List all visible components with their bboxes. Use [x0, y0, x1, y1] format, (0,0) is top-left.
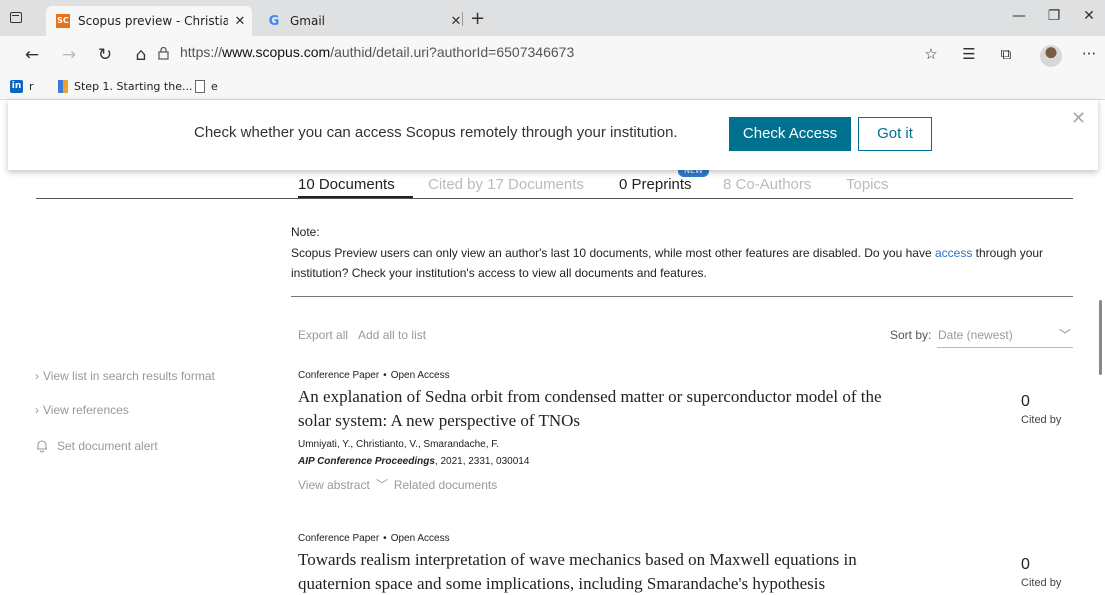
browser-tab-bar: SC Scopus preview - Christianto, Vic ✕ G… — [0, 0, 1105, 36]
chevron-down-icon[interactable]: ﹀ — [376, 476, 388, 493]
close-tab-icon[interactable]: ✕ — [228, 14, 252, 29]
sort-select[interactable]: Date (newest) ﹀ — [937, 328, 1073, 348]
collections-icon[interactable]: ⧉ — [995, 45, 1017, 63]
divider — [36, 198, 1073, 199]
document-authors[interactable]: Umniyati, Y., Christianto, V., Smarandac… — [298, 439, 1018, 450]
google-favicon-icon: G — [268, 13, 280, 29]
chevron-right-icon: › — [35, 369, 39, 383]
bell-icon — [37, 440, 47, 453]
tab-cited-by[interactable]: Cited by 17 Documents — [428, 176, 584, 193]
related-documents-link[interactable]: Related documents — [394, 478, 497, 492]
view-list-link[interactable]: › View list in search results format — [35, 369, 215, 383]
document-actions: View abstract ﹀ Related documents — [298, 476, 1018, 493]
document-icon — [195, 80, 205, 93]
tab-preprints[interactable]: 0 Preprints — [619, 176, 692, 193]
tab-gmail[interactable]: G Gmail ✕ — [258, 6, 468, 36]
document-type: Conference Paper • Open Access — [298, 533, 450, 544]
restore-icon[interactable]: ❐ — [1042, 8, 1066, 24]
avatar[interactable] — [1040, 45, 1062, 67]
step-icon — [58, 80, 68, 93]
note-text: Scopus Preview users can only view an au… — [291, 246, 1044, 280]
favorites-list-icon[interactable]: ☰ — [958, 45, 980, 63]
home-icon[interactable]: ⌂ — [130, 45, 152, 65]
favorite-star-icon[interactable]: ☆ — [920, 45, 942, 63]
add-all-to-list-button[interactable]: Add all to list — [358, 328, 426, 342]
chevron-right-icon: › — [35, 403, 39, 417]
more-menu-icon[interactable]: ··· — [1078, 45, 1100, 63]
close-tab-icon[interactable]: ✕ — [444, 14, 468, 29]
tab-scopus[interactable]: SC Scopus preview - Christianto, Vic ✕ — [46, 6, 252, 36]
tab-separator — [462, 12, 463, 26]
tab-topics[interactable]: Topics — [846, 176, 889, 193]
minimize-icon[interactable]: — — [1007, 8, 1031, 24]
back-icon[interactable]: ← — [21, 45, 43, 65]
tab-title: Scopus preview - Christianto, Vic — [78, 14, 228, 28]
sort-by-label: Sort by: — [890, 328, 932, 342]
url-field[interactable]: https://www.scopus.com/authid/detail.uri… — [180, 44, 574, 60]
refresh-icon[interactable]: ↻ — [94, 45, 116, 65]
note-title: Note: — [291, 225, 320, 239]
document-type: Conference Paper • Open Access — [298, 370, 450, 381]
view-references-link[interactable]: › View references — [35, 403, 129, 417]
document-title[interactable]: An explanation of Sedna orbit from conde… — [298, 385, 898, 433]
set-alert-link[interactable]: Set document alert — [35, 439, 158, 453]
address-bar: ← → ↻ ⌂ https://www.scopus.com/authid/de… — [0, 36, 1105, 74]
forward-icon[interactable]: → — [58, 45, 80, 65]
tab-title: Gmail — [290, 14, 326, 28]
lock-icon[interactable] — [158, 47, 169, 60]
export-all-button[interactable]: Export all — [298, 328, 348, 342]
new-tab-icon[interactable]: + — [470, 10, 485, 28]
linkedin-icon: in — [10, 80, 23, 93]
divider — [291, 296, 1073, 297]
document-toolbar: Export all Add all to list — [298, 328, 426, 342]
cited-by-count[interactable]: 0 Cited by — [1021, 556, 1061, 589]
remote-access-banner: Check whether you can access Scopus remo… — [8, 100, 1098, 170]
bookmark-linkedin[interactable]: in r — [10, 80, 34, 93]
got-it-button[interactable]: Got it — [858, 117, 932, 151]
bookmark-step1[interactable]: Step 1. Starting the... — [58, 80, 192, 93]
document-item: Conference Paper • Open Access Towards rea… — [298, 533, 1018, 595]
document-source: AIP Conference Proceedings, 2021, 2331, … — [298, 456, 530, 467]
cited-by-count[interactable]: 0 Cited by — [1021, 393, 1061, 426]
bookmarks-bar: in r Step 1. Starting the... e — [0, 74, 1105, 100]
tab-documents[interactable]: 10 Documents — [298, 176, 395, 193]
check-access-button[interactable]: Check Access — [729, 117, 851, 151]
window-menu-icon[interactable] — [10, 12, 22, 23]
view-abstract-button[interactable]: View abstract — [298, 478, 370, 492]
banner-text: Check whether you can access Scopus remo… — [194, 124, 678, 141]
document-title[interactable]: Towards realism interpretation of wave m… — [298, 548, 898, 595]
banner-close-icon[interactable]: ✕ — [1071, 108, 1086, 129]
scopus-favicon-icon: SC — [56, 14, 70, 28]
tab-coauthors[interactable]: 8 Co-Authors — [723, 176, 811, 193]
bookmark-e[interactable]: e — [195, 80, 218, 93]
document-item: Conference Paper • Open Access An explanat… — [298, 370, 1018, 493]
scrollbar[interactable] — [1096, 100, 1105, 595]
close-window-icon[interactable]: ✕ — [1077, 8, 1101, 24]
access-link[interactable]: access — [935, 246, 972, 260]
scrollbar-thumb[interactable] — [1099, 300, 1102, 375]
chevron-down-icon: ﹀ — [1058, 328, 1071, 342]
